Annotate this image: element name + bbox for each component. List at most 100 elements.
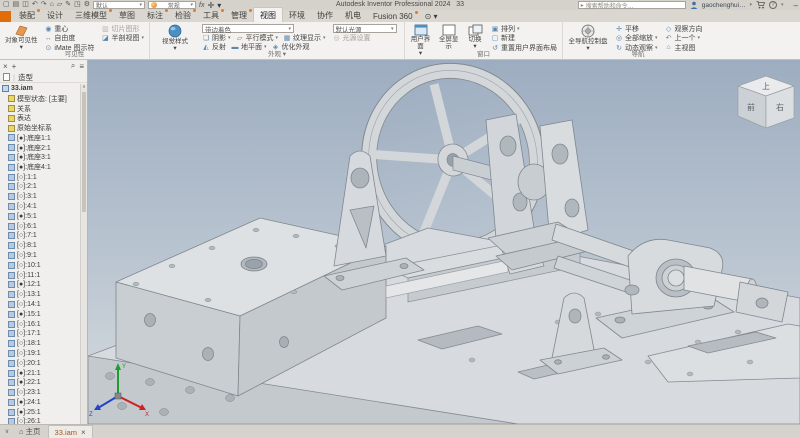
help-search-input[interactable]: ▸ 搜索帮助和命令… <box>578 1 686 9</box>
tree-item[interactable]: [●]:底座4:1 <box>0 162 87 172</box>
scroll-up-arrow[interactable]: ∧ <box>81 84 87 91</box>
home-tab[interactable]: ⌂ 主页 <box>14 426 46 438</box>
ribbon-item-上一个[interactable]: ↶上一个▾ <box>663 34 705 44</box>
model-canvas[interactable]: X Y Z 上 前 右 <box>88 60 800 424</box>
ribbon-item-平移[interactable]: ✛平移 <box>613 24 660 34</box>
account-menu[interactable]: gaochenghui… <box>702 2 746 9</box>
part-icon <box>8 399 15 406</box>
cart-icon[interactable] <box>756 1 765 9</box>
tree-item[interactable]: [○]:8:1 <box>0 241 87 251</box>
switch-windows-button[interactable]: 切换▾ <box>464 23 486 50</box>
browser-scrollbar[interactable]: ∧ <box>80 84 87 424</box>
ribbon-item-新建[interactable]: ▢新建 <box>489 34 559 44</box>
tree-item[interactable]: [○]:1:1 <box>0 172 87 182</box>
ribbon-item-全部缩放[interactable]: ◎全部缩放▾ <box>613 34 660 44</box>
scrollbar-thumb[interactable] <box>82 92 86 212</box>
ribbon-item-排列[interactable]: ▣排列▾ <box>489 24 559 34</box>
ribbon-tab-管理[interactable]: 管理 <box>225 8 253 22</box>
tree-item[interactable]: [○]:14:1 <box>0 300 87 310</box>
tree-item[interactable]: [○]:9:1 <box>0 251 87 261</box>
full-screen-button[interactable]: 全屏显示 <box>436 23 461 50</box>
ribbon-item-半剖视图[interactable]: ◪半剖视图▾ <box>99 34 146 44</box>
visual-style-button[interactable]: 视觉样式▾ <box>153 23 197 50</box>
part-icon <box>8 321 15 328</box>
minimize-button[interactable]: – <box>794 1 798 10</box>
viewcube-right-face[interactable]: 右 <box>776 102 784 112</box>
ribbon-tab-三维模型[interactable]: 三维模型 <box>69 8 113 22</box>
ribbon-tab-环境[interactable]: 环境 <box>283 8 311 22</box>
qat-icon-0[interactable]: ▢ <box>3 1 10 9</box>
browser-search-icon[interactable]: ⌕ <box>71 61 75 71</box>
viewcube-top-face[interactable]: 上 <box>762 82 770 91</box>
document-tab-active[interactable]: 33.iam × <box>48 425 93 438</box>
ribbon-tab-视图[interactable]: 视图 <box>253 7 283 22</box>
tree-item[interactable]: 关系 <box>0 104 87 114</box>
tree-item[interactable]: 原始坐标系 <box>0 123 87 133</box>
viewport-3d[interactable]: X Y Z 上 前 右 <box>88 60 800 424</box>
ribbon-tab-检验[interactable]: 检验 <box>169 8 197 22</box>
tree-item[interactable]: [●]:底座1:1 <box>0 133 87 143</box>
visual-style-combo[interactable]: 带边着色▾ <box>202 24 294 33</box>
ribbon-item-观察方向[interactable]: ◇观察方向 <box>663 24 705 34</box>
help-icon[interactable]: ? <box>769 1 777 9</box>
panel-label-navigate[interactable]: 导航 <box>563 50 713 59</box>
ribbon-tab-Fusion 360[interactable]: Fusion 360 <box>367 10 419 22</box>
tree-item[interactable]: [○]:18:1 <box>0 339 87 349</box>
tree-item[interactable]: [○]:10:1 <box>0 260 87 270</box>
navigation-wheel-button[interactable]: 全导航控制盘▾ <box>566 23 610 50</box>
ribbon-tab-设计[interactable]: 设计 <box>41 8 69 22</box>
ribbon-tab-⊙ ▾[interactable]: ⊙ ▾ <box>419 10 444 22</box>
close-icon[interactable]: × <box>81 428 86 437</box>
search-placeholder: 搜索帮助和命令… <box>586 1 634 10</box>
tree-scroll-down-arrow[interactable]: ∨ <box>2 428 12 435</box>
tree-item[interactable]: [●]:12:1 <box>0 280 87 290</box>
tree-item[interactable]: [○]:26:1 <box>0 417 87 424</box>
tree-item[interactable]: [○]:11:1 <box>0 270 87 280</box>
tree-item[interactable]: [○]:20:1 <box>0 358 87 368</box>
browser-menu-icon[interactable]: ≡ <box>79 62 84 71</box>
tree-item[interactable]: [●]:25:1 <box>0 407 87 417</box>
ribbon-item-平行模式[interactable]: ▱平行模式▾ <box>234 33 281 43</box>
viewcube-front-face[interactable]: 前 <box>747 102 755 112</box>
ribbon-tab-机电[interactable]: 机电 <box>339 8 367 22</box>
ribbon-tab-草图[interactable]: 草图 <box>113 8 141 22</box>
重心-icon: ◉ <box>44 25 52 33</box>
tree-item[interactable]: 表达 <box>0 113 87 123</box>
tree-item[interactable]: [○]:23:1 <box>0 388 87 398</box>
tree-item[interactable]: [○]:6:1 <box>0 221 87 231</box>
ribbon-tab-协作[interactable]: 协作 <box>311 8 339 22</box>
tree-item[interactable]: [●]:15:1 <box>0 309 87 319</box>
object-visibility-button[interactable]: 对象可见性▾ <box>3 23 39 50</box>
tree-item[interactable]: [○]:2:1 <box>0 182 87 192</box>
file-menu-button[interactable] <box>0 11 11 22</box>
tree-item[interactable]: [●]:底座3:1 <box>0 153 87 163</box>
browser-close-button[interactable]: × <box>3 62 8 71</box>
ribbon-item-重心[interactable]: ◉重心 <box>42 24 96 34</box>
panel-label-visibility[interactable]: 可见性 <box>0 50 149 59</box>
panel-label-appearance[interactable]: 外观 ▾ <box>150 50 404 59</box>
ribbon-item-自由度[interactable]: ↔自由度 <box>42 34 96 44</box>
user-interface-button[interactable]: 用户界面▾ <box>408 23 433 50</box>
tree-item[interactable]: [○]:7:1 <box>0 231 87 241</box>
tree-item[interactable]: [○]:19:1 <box>0 349 87 359</box>
tree-item[interactable]: 33.iam <box>0 84 87 94</box>
ribbon-tab-装配[interactable]: 装配 <box>13 8 41 22</box>
ribbon-tab-工具[interactable]: 工具 <box>197 8 225 22</box>
lighting-combo[interactable]: 默认光源▾ <box>333 24 397 33</box>
tree-item[interactable]: [○]:16:1 <box>0 319 87 329</box>
tree-item[interactable]: [○]:13:1 <box>0 290 87 300</box>
tree-item[interactable]: [○]:17:1 <box>0 329 87 339</box>
tree-item[interactable]: [○]:3:1 <box>0 192 87 202</box>
tree-item[interactable]: [●]:5:1 <box>0 211 87 221</box>
ribbon-tab-标注[interactable]: 标注 <box>141 8 169 22</box>
browser-add-tab-button[interactable]: + <box>12 62 17 71</box>
panel-label-window[interactable]: 窗口 <box>405 50 562 59</box>
ribbon-item-纹理显示[interactable]: ▦纹理显示▾ <box>281 33 328 43</box>
tree-item[interactable]: [●]:22:1 <box>0 378 87 388</box>
tree-item[interactable]: [●]:24:1 <box>0 398 87 408</box>
tree-item[interactable]: [●]:21:1 <box>0 368 87 378</box>
ribbon-item-阴影[interactable]: ❏阴影▾ <box>200 33 233 43</box>
tree-item[interactable]: [●]:底座2:1 <box>0 143 87 153</box>
tree-item[interactable]: [○]:4:1 <box>0 202 87 212</box>
tree-item[interactable]: 模型状态: [主要] <box>0 94 87 104</box>
